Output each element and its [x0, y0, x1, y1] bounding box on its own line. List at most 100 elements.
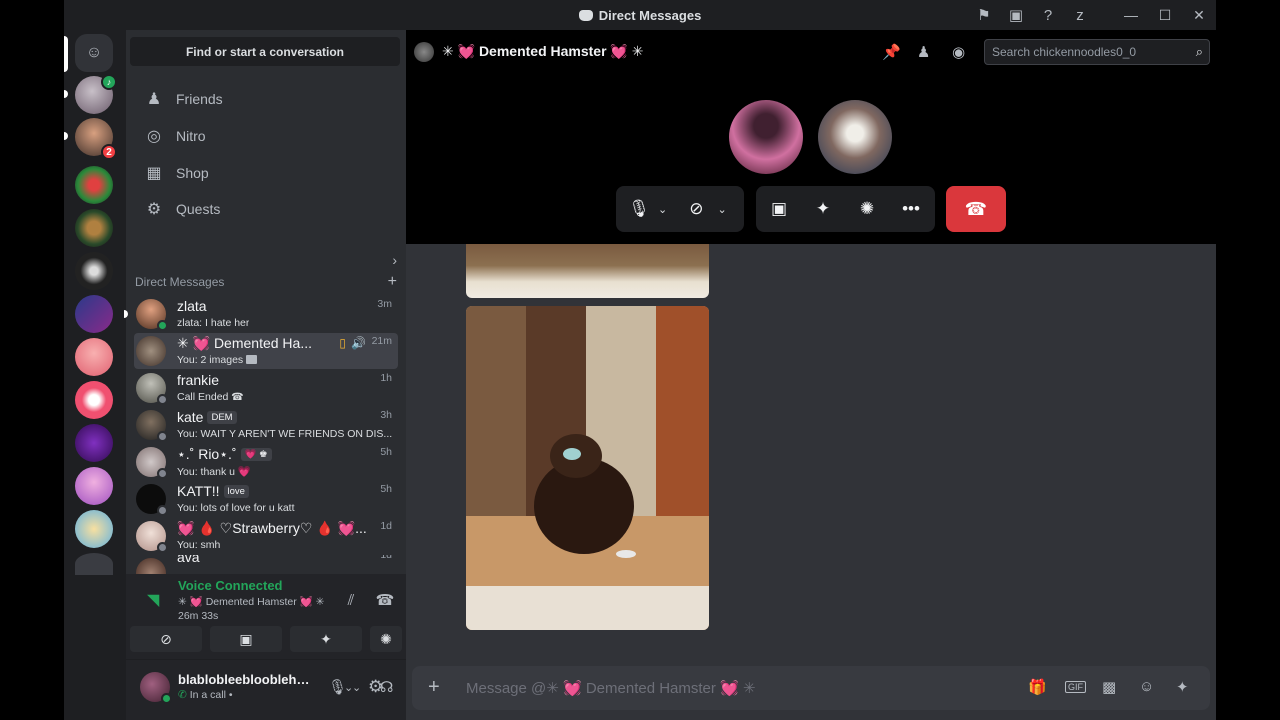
image-attachment-2[interactable]	[466, 306, 709, 630]
voice-channel[interactable]: ✳ 💓 Demented Hamster 💓 ✳	[178, 595, 324, 608]
create-dm-icon[interactable]: +	[388, 273, 397, 291]
dm-item-ava[interactable]: ava 1d	[134, 555, 398, 575]
dm-item-zlata[interactable]: zlata zlata: I hate her 3m	[124, 296, 398, 332]
pin-icon[interactable]: 📌	[882, 43, 901, 61]
dm-name: KATT!! love	[177, 483, 249, 499]
server-avatar-10[interactable]	[75, 467, 113, 505]
dm-item-strawberry[interactable]: 💓 🩸 ♡Strawberry♡ 🩸 💓... You: smh 1d	[134, 518, 398, 554]
dm-item-katt[interactable]: KATT!! love You: lots of love for u katt …	[134, 481, 398, 517]
message-composer[interactable]: + Message @✳ 💓 Demented Hamster 💓 ✳ 🎁 GI…	[412, 666, 1210, 710]
inbox-icon[interactable]: ▣	[1000, 0, 1032, 30]
group-avatar-small	[414, 42, 434, 62]
dm-item-rio[interactable]: ⋆.˚ Rio⋆.˚ 💗 ♚ You: thank u 💗 5h	[134, 444, 398, 480]
dog-photo	[466, 306, 709, 630]
help-icon[interactable]: ?	[1032, 0, 1064, 30]
camera-off-button[interactable]: ⊘	[130, 626, 202, 652]
maximize-icon[interactable]: ☐	[1148, 0, 1182, 30]
sleeping-icon[interactable]: z	[1064, 0, 1096, 30]
participant-avatar-1[interactable]	[729, 100, 803, 174]
dm-name: ava	[177, 555, 200, 565]
dm-time: 3h	[380, 409, 392, 421]
dm-preview: You: WAIT Y AREN'T WE FRIENDS ON DIS...	[177, 428, 392, 440]
gif-icon[interactable]: GIF	[1065, 681, 1086, 693]
dm-time: 3m	[377, 298, 392, 310]
add-attachment-icon[interactable]: +	[428, 676, 440, 699]
collapsed-section[interactable]: ›	[135, 252, 397, 268]
disconnect-icon[interactable]: ☎	[373, 588, 397, 612]
nav-nitro[interactable]: ◎ Nitro	[134, 119, 398, 153]
soundboard-button[interactable]: ✺	[370, 626, 402, 652]
screen-share-icon[interactable]: ▣	[768, 199, 790, 219]
close-icon[interactable]: ✕	[1182, 0, 1216, 30]
server-avatar-6[interactable]	[75, 295, 113, 333]
nav-friends[interactable]: ♟ Friends	[134, 82, 398, 116]
chevron-down-icon[interactable]: ⌄	[352, 681, 361, 694]
find-conversation-button[interactable]: Find or start a conversation	[130, 37, 400, 66]
microphone-icon[interactable]: 🎙	[628, 199, 650, 219]
status-offline-icon	[157, 468, 168, 479]
dm-preview: You: smh	[177, 539, 221, 551]
flag-icon[interactable]: ⚑	[968, 0, 1000, 30]
minimize-icon[interactable]: —	[1114, 0, 1148, 30]
camera-off-icon[interactable]: ⊘	[689, 199, 703, 219]
settings-gear-icon[interactable]: ⚙	[368, 677, 383, 697]
title-bar: Direct Messages ⚑ ▣ ? z — ☐ ✕	[64, 0, 1216, 30]
dm-home-icon[interactable]: ☺	[75, 34, 113, 72]
status-offline-icon	[157, 542, 168, 553]
frame-right	[1216, 0, 1280, 720]
dm-name: ✳ 💓 Demented Ha...	[177, 335, 312, 351]
hangup-icon: ☎	[964, 198, 988, 219]
user-name[interactable]: blablobleeblooblehh...	[178, 672, 314, 687]
image-attachment-1[interactable]	[466, 244, 709, 298]
sticker-icon[interactable]: ▩	[1102, 678, 1116, 696]
group-avatar	[136, 336, 166, 366]
dm-item-kate[interactable]: kate DEM You: WAIT Y AREN'T WE FRIENDS ON…	[134, 407, 398, 443]
nav-quests[interactable]: ⚙ Quests	[134, 192, 398, 226]
dm-item-frankie[interactable]: frankie Call Ended ☎ 1h	[134, 370, 398, 406]
chevron-down-icon[interactable]: ⌄	[658, 203, 667, 216]
gift-icon[interactable]: 🎁	[1028, 678, 1047, 696]
chevron-down-icon-2[interactable]: ⌄	[344, 681, 353, 694]
status-offline-icon	[157, 394, 168, 405]
dm-item-demented-hamster[interactable]: ✳ 💓 Demented Ha... You: 2 images ▯ 🔊 21m	[134, 333, 398, 369]
server-avatar-1[interactable]: ♪	[75, 74, 117, 114]
server-avatar-4[interactable]	[75, 209, 113, 247]
nav-shop[interactable]: ▦ Shop	[134, 156, 398, 190]
mic-camera-group: 🎙 ⌄ ⊘ ⌄	[616, 186, 744, 232]
apps-icon[interactable]: ✦	[1176, 678, 1189, 696]
noise-suppression-icon[interactable]: ⫽	[339, 588, 363, 612]
more-options-icon[interactable]: •••	[900, 199, 922, 219]
emoji-icon[interactable]: ☺	[1139, 678, 1154, 695]
search-input[interactable]: Search chickennoodles0_0 ⌕	[984, 39, 1210, 65]
server-avatar-7[interactable]	[75, 338, 113, 376]
conversation-title[interactable]: ✳ 💓 Demented Hamster 💓 ✳	[442, 43, 643, 60]
server-avatar-3[interactable]	[75, 166, 113, 204]
server-avatar-11[interactable]	[75, 510, 113, 548]
server-avatar-8[interactable]	[75, 381, 113, 419]
status-online-icon	[157, 320, 168, 331]
user-avatar[interactable]	[140, 672, 172, 704]
chevron-down-icon[interactable]: ⌄	[717, 203, 726, 216]
server-avatar-12[interactable]	[75, 553, 113, 575]
guild-tag: 💗 ♚	[240, 448, 272, 461]
chat-area: + Message @✳ 💓 Demented Hamster 💓 ✳ 🎁 GI…	[406, 244, 1216, 720]
dm-time: 5h	[380, 446, 392, 458]
activities-icon[interactable]: ✦	[812, 199, 834, 219]
participant-avatar-2[interactable]	[818, 100, 892, 174]
chevron-right-icon: ›	[392, 252, 397, 268]
signal-icon[interactable]: ◥	[147, 590, 159, 610]
hangup-button[interactable]: ☎	[946, 186, 1006, 232]
message-input[interactable]: Message @✳ 💓 Demented Hamster 💓 ✳	[466, 679, 755, 697]
server-avatar-9[interactable]	[75, 424, 113, 462]
user-profile-icon[interactable]: ◉	[952, 43, 965, 61]
discord-logo-icon	[578, 9, 593, 21]
dm-preview: You: 2 images	[177, 354, 258, 366]
server-avatar-2[interactable]: 2	[75, 118, 117, 160]
add-friends-icon[interactable]: ♟	[917, 43, 930, 61]
screen-share-button[interactable]: ▣	[210, 626, 282, 652]
activities-button[interactable]: ✦	[290, 626, 362, 652]
voice-title[interactable]: Voice Connected	[178, 578, 283, 593]
soundboard-icon[interactable]: ✺	[856, 199, 878, 219]
speaker-icon: 🔊	[351, 336, 366, 350]
server-avatar-5[interactable]	[75, 252, 113, 290]
